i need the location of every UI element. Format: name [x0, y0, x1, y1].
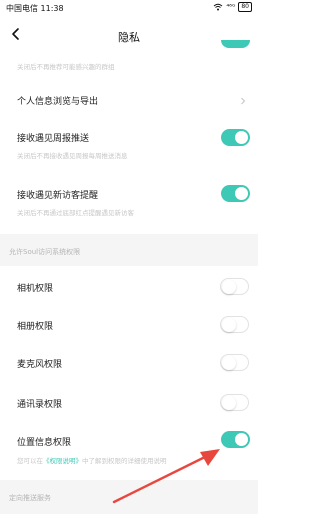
- visitor-toggle[interactable]: [221, 185, 250, 202]
- row-weekly-push: 接收遇见周报推送 关闭后不再接收遇见周报每周推送消息: [0, 126, 258, 164]
- row-location-permission: 位置信息权限 您可以在《权限说明》中了解到权限的详细使用说明: [0, 430, 258, 468]
- location-label: 位置信息权限: [17, 438, 72, 448]
- visitor-desc: 关闭后不再通过底部红点提醒遇见新访客: [17, 209, 134, 217]
- visitor-label: 接收遇见新访客提醒: [17, 191, 99, 201]
- album-label: 相册权限: [17, 322, 54, 332]
- album-toggle[interactable]: [220, 316, 249, 333]
- recommend-desc: 关闭后不再推荐可能感兴趣的群组: [17, 63, 115, 71]
- row-contacts-permission: 通讯录权限: [0, 392, 258, 416]
- status-bar: 中国电信 11:38 ⁴⁶ᴳ 80: [0, 0, 258, 16]
- row-mic-permission: 麦克风权限: [0, 352, 258, 376]
- contacts-label: 通讯录权限: [17, 400, 63, 410]
- toggle-knob: [235, 187, 248, 200]
- location-toggle[interactable]: [221, 431, 250, 448]
- camera-label: 相机权限: [17, 284, 54, 294]
- chevron-right-icon: [241, 97, 246, 105]
- section-title: 允许Soul访问系统权限: [9, 248, 81, 256]
- row-recommend-groups: 关闭后不再推荐可能感兴趣的群组: [0, 40, 258, 80]
- toggle-knob: [222, 396, 236, 410]
- location-desc: 您可以在《权限说明》中了解到权限的详细使用说明: [17, 455, 167, 465]
- carrier-time: 中国电信 11:38: [6, 4, 64, 13]
- toggle-knob: [235, 433, 248, 446]
- location-desc-suffix: 中了解到权限的详细使用说明: [82, 457, 167, 465]
- personal-info-label: 个人信息浏览与导出: [17, 97, 99, 107]
- mic-label: 麦克风权限: [17, 360, 63, 370]
- permission-explanation-link[interactable]: 《权限说明》: [43, 457, 82, 465]
- toggle-knob: [222, 280, 236, 294]
- weekly-desc: 关闭后不再接收遇见周报每周推送消息: [17, 152, 128, 160]
- row-visitor-reminder: 接收遇见新访客提醒 关闭后不再通过底部红点提醒遇见新访客: [0, 183, 258, 221]
- recommend-toggle[interactable]: [221, 40, 250, 48]
- row-camera-permission: 相机权限: [0, 276, 258, 300]
- row-album-permission: 相册权限: [0, 314, 258, 338]
- battery-icon: 80: [238, 2, 252, 12]
- section-push-service: 定向推送服务: [0, 480, 258, 514]
- camera-toggle[interactable]: [220, 278, 249, 295]
- location-desc-prefix: 您可以在: [17, 457, 43, 465]
- toggle-knob: [222, 356, 236, 370]
- section-permissions: 允许Soul访问系统权限: [0, 234, 258, 266]
- wifi-icon: [213, 3, 223, 11]
- toggle-knob: [235, 131, 248, 144]
- row-personal-info[interactable]: 个人信息浏览与导出: [0, 88, 258, 114]
- section-title: 定向推送服务: [9, 494, 51, 502]
- signal-icon: ⁴⁶ᴳ: [226, 3, 236, 11]
- contacts-toggle[interactable]: [220, 394, 249, 411]
- toggle-knob: [222, 318, 236, 332]
- weekly-toggle[interactable]: [221, 129, 250, 146]
- weekly-label: 接收遇见周报推送: [17, 134, 90, 144]
- status-icons: ⁴⁶ᴳ 80: [213, 2, 252, 12]
- mic-toggle[interactable]: [220, 354, 249, 371]
